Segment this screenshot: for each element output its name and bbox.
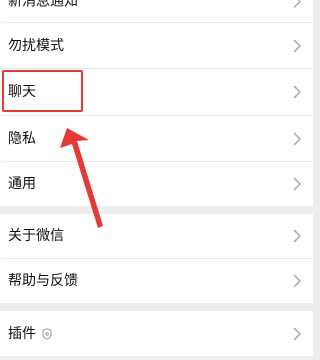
red-arrow-icon xyxy=(60,128,103,228)
